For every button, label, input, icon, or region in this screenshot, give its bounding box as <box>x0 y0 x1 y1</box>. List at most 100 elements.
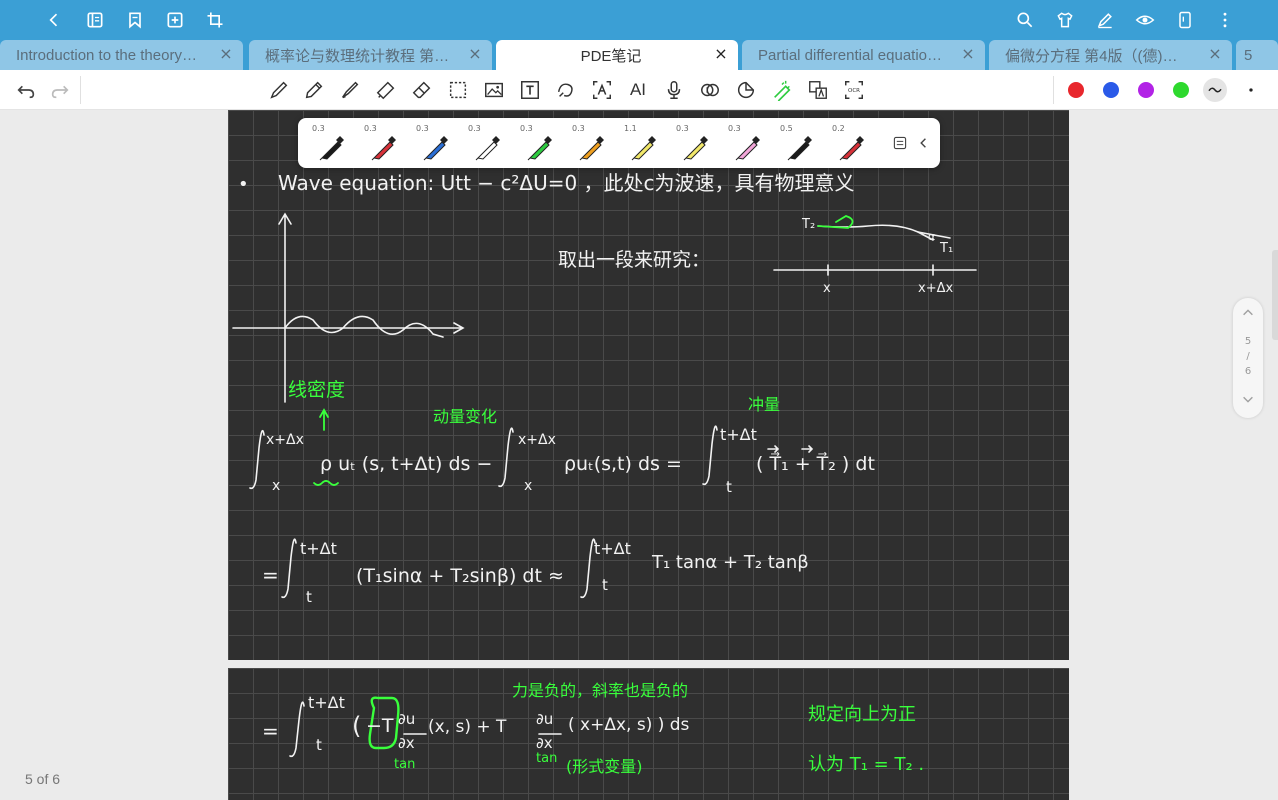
add-page-icon[interactable] <box>163 8 187 32</box>
tab-title: 5 <box>1244 46 1253 64</box>
textbox-icon[interactable] <box>518 78 542 102</box>
ocr-icon[interactable]: OCR <box>842 78 866 102</box>
pen-size-label: 0.2 <box>832 124 845 133</box>
pen-icon <box>475 136 500 161</box>
pen-preset-3[interactable]: 0.3 <box>410 122 456 164</box>
note-page-6[interactable]: = t+Δt t ( −T ∂u ∂x (x, s) + T ∂u ∂x ( x… <box>228 668 1069 800</box>
color-purple[interactable] <box>1138 82 1154 98</box>
text-recognize-icon[interactable] <box>590 78 614 102</box>
lasso-select-icon[interactable] <box>446 78 470 102</box>
tab-close-icon[interactable]: × <box>959 45 977 63</box>
chevron-up-icon[interactable] <box>1240 306 1256 322</box>
pen-preset-5[interactable]: 0.3 <box>514 122 560 164</box>
pen-size-label: 0.3 <box>520 124 533 133</box>
scroller-total-pages: 6 <box>1244 366 1252 377</box>
sticker-icon[interactable] <box>734 78 758 102</box>
tension-equal-note: 认为 T₁ = T₂ . <box>808 754 924 775</box>
eye-icon[interactable] <box>1133 8 1157 32</box>
pen-preset-2[interactable]: 0.3 <box>358 122 404 164</box>
shirt-icon[interactable] <box>1053 8 1077 32</box>
eq1-upper-limit-3: t+Δt <box>720 425 757 444</box>
palette-settings-icon[interactable] <box>890 133 910 153</box>
eq3-lower-limit: t <box>316 736 322 754</box>
pen-preset-6[interactable]: 0.3 <box>566 122 612 164</box>
eq2-lower-limit-2: t <box>602 576 608 594</box>
tab-close-icon[interactable]: × <box>1206 45 1224 63</box>
tab-partial-differential[interactable]: Partial differential equatio… × <box>742 40 985 70</box>
eq1-term-3: ( T⃗₁ + T⃗₂ ) dt <box>756 452 875 475</box>
tab-count[interactable]: 5 <box>1236 40 1278 70</box>
color-green[interactable] <box>1173 82 1189 98</box>
audio-icon[interactable] <box>698 78 722 102</box>
brush-icon[interactable] <box>338 78 362 102</box>
color-blue[interactable] <box>1103 82 1119 98</box>
eq3-open-paren: ( <box>352 712 361 740</box>
tan-note-1: tan <box>394 757 415 772</box>
tab-pde-book[interactable]: 偏微分方程 第4版（(德)… × <box>989 40 1232 70</box>
wave-equation-line: Wave equation: Utt − c²ΔU=0 ，此处c为波速，具有物理… <box>278 171 855 195</box>
handwriting-canvas: = t+Δt t ( −T ∂u ∂x (x, s) + T ∂u ∂x ( x… <box>262 681 924 776</box>
wavy-stroke-icon[interactable] <box>1203 78 1227 102</box>
fountain-pen-icon[interactable] <box>267 78 291 102</box>
bullet: • <box>238 174 249 195</box>
dot-icon[interactable] <box>1239 78 1263 102</box>
chevron-down-icon[interactable] <box>1240 392 1256 408</box>
eq2-lower-limit-1: t <box>306 588 312 606</box>
pen-preset-9[interactable]: 0.3 <box>722 122 768 164</box>
pen-preset-11[interactable]: 0.2 <box>826 122 872 164</box>
shape-icon[interactable] <box>554 78 578 102</box>
back-icon[interactable] <box>42 8 66 32</box>
eq3-frac-num-2: ∂u <box>536 710 553 728</box>
positive-up-note: 规定向上为正 <box>808 704 916 725</box>
density-label: 线密度 <box>288 379 345 401</box>
eraser-icon[interactable] <box>410 78 434 102</box>
pen-preset-10[interactable]: 0.5 <box>774 122 820 164</box>
pen-size-label: 0.3 <box>676 124 689 133</box>
pen-icon[interactable] <box>1093 8 1117 32</box>
pen-icon <box>423 136 448 161</box>
impulse-label: 冲量 <box>748 395 780 414</box>
pen-preset-4[interactable]: 0.3 <box>462 122 508 164</box>
search-icon[interactable] <box>1013 8 1037 32</box>
phone-icon[interactable] <box>1173 8 1197 32</box>
tab-pde-notes[interactable]: PDE笔记 × <box>496 40 738 70</box>
pen-icon <box>579 136 604 161</box>
pen-icon <box>631 136 656 161</box>
diagram-x-plus-dx: x+Δx <box>918 281 953 296</box>
pen-preset-8[interactable]: 0.3 <box>670 122 716 164</box>
note-page-5[interactable]: • Wave equation: Utt − c²ΔU=0 ，此处c为波速，具有… <box>228 110 1069 660</box>
pencil-icon[interactable] <box>302 78 326 102</box>
eq3-arg-2: ( x+Δx, s) ) ds <box>568 715 690 735</box>
more-icon[interactable] <box>1213 8 1237 32</box>
pen-preset-1[interactable]: 0.3 <box>306 122 352 164</box>
microphone-icon[interactable] <box>662 78 686 102</box>
tab-close-icon[interactable]: × <box>217 45 235 63</box>
ai-icon[interactable]: AI <box>626 78 650 102</box>
eq3-frac-den-2: ∂x <box>536 734 553 752</box>
tab-close-icon[interactable]: × <box>466 45 484 63</box>
side-panel-handle[interactable] <box>1272 250 1278 340</box>
undo-icon[interactable] <box>14 78 38 102</box>
pen-icon <box>319 136 344 161</box>
tab-introduction[interactable]: Introduction to the theory… × <box>0 40 243 70</box>
crop-icon[interactable] <box>203 8 227 32</box>
color-red[interactable] <box>1068 82 1084 98</box>
translate-icon[interactable] <box>806 78 830 102</box>
image-icon[interactable] <box>482 78 506 102</box>
bookmark-icon[interactable] <box>123 8 147 32</box>
book-icon[interactable] <box>83 8 107 32</box>
laser-pointer-icon[interactable] <box>770 78 794 102</box>
chevron-left-icon[interactable] <box>914 133 934 153</box>
eq3-equals: = <box>262 719 279 743</box>
tab-close-icon[interactable]: × <box>712 45 730 63</box>
tab-probability[interactable]: 概率论与数理统计教程 第… × <box>249 40 492 70</box>
highlighter-icon[interactable] <box>374 78 398 102</box>
pen-preset-7[interactable]: 1.1 <box>618 122 664 164</box>
tab-bar: Introduction to the theory… × 概率论与数理统计教程… <box>0 40 1278 70</box>
pen-icon <box>735 136 760 161</box>
redo-icon[interactable] <box>48 78 72 102</box>
eq1-lower-limit-3: t <box>726 478 732 496</box>
eq3-arg-1: (x, s) + T <box>428 717 507 737</box>
page-scroller[interactable]: 5 / 6 <box>1233 298 1263 418</box>
eq2-equals: = <box>262 563 279 587</box>
